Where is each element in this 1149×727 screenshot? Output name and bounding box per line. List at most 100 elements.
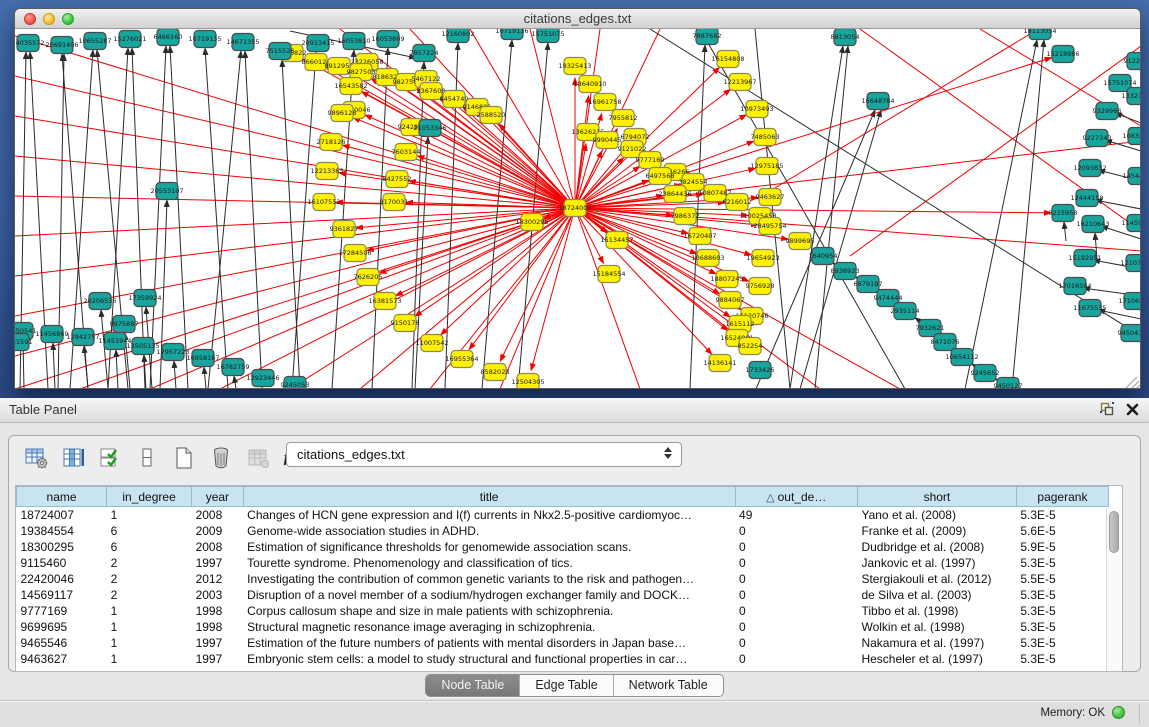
zoom-window-button[interactable] bbox=[62, 13, 74, 25]
table-cell: 1997 bbox=[192, 635, 244, 651]
table-selector-dropdown[interactable]: citations_edges.txt bbox=[286, 442, 682, 467]
graph-node-label: 16543582 bbox=[334, 82, 367, 90]
close-icon[interactable] bbox=[1126, 403, 1139, 421]
graph-node-label: 7857224 bbox=[410, 49, 439, 57]
table-cell: Hescheler et al. (1997) bbox=[857, 651, 1016, 667]
graph-node-label: 16053809 bbox=[371, 35, 404, 43]
graph-node-label: 21053346 bbox=[413, 124, 446, 132]
table-cell: Investigating the contribution of common… bbox=[243, 571, 735, 587]
table-settings-icon[interactable] bbox=[23, 445, 49, 471]
table-cell: Yano et al. (2008) bbox=[857, 507, 1016, 523]
table-selector-value: citations_edges.txt bbox=[297, 447, 405, 462]
graph-node-label: 7887682 bbox=[693, 32, 722, 40]
tab-edge-table[interactable]: Edge Table bbox=[519, 675, 612, 696]
table-cell: Changes of HCN gene expression and I(f) … bbox=[243, 507, 735, 523]
table-cell: 2 bbox=[107, 587, 192, 603]
desktop-background: citations_edges.txt 18724007746582286601… bbox=[0, 0, 1149, 398]
table-row[interactable]: 2242004622012Investigating the contribut… bbox=[17, 571, 1109, 587]
network-view[interactable]: 1872400774658228660124891295423226058982… bbox=[15, 29, 1140, 388]
import-table-icon[interactable] bbox=[245, 445, 271, 471]
graph-node-label: 12504305 bbox=[511, 378, 544, 386]
table-cell: 2 bbox=[107, 555, 192, 571]
column-header[interactable]: title bbox=[243, 487, 735, 507]
graph-node-label: 9827503 bbox=[347, 68, 376, 76]
graph-node-label: 16154808 bbox=[711, 55, 744, 63]
graph-node-label: 10719135 bbox=[188, 35, 221, 43]
table-cell: 49 bbox=[735, 507, 857, 523]
table-row[interactable]: 1872400712008Changes of HCN gene express… bbox=[17, 507, 1109, 523]
graph-node-label: 24035572 bbox=[15, 39, 45, 47]
network-window: citations_edges.txt 18724007746582286601… bbox=[14, 8, 1141, 389]
column-header[interactable]: △out_de… bbox=[735, 487, 857, 507]
table-scrollbar-thumb[interactable] bbox=[1109, 511, 1119, 553]
minimize-window-button[interactable] bbox=[43, 13, 55, 25]
table-cell: 0 bbox=[735, 603, 857, 619]
float-window-icon[interactable] bbox=[1100, 402, 1114, 421]
table-row[interactable]: 1830029562008Estimation of significance … bbox=[17, 539, 1109, 555]
graph-node-label: 7485063 bbox=[751, 133, 780, 141]
table-cell: Tourette syndrome. Phenomenology and cla… bbox=[243, 555, 735, 571]
memory-status[interactable]: Memory: OK bbox=[1040, 706, 1125, 719]
table-row[interactable]: 911546021997Tourette syndrome. Phenomeno… bbox=[17, 555, 1109, 571]
graph-node-label: 12213363 bbox=[310, 167, 343, 175]
table-cell: 2008 bbox=[192, 539, 244, 555]
table-cell: 0 bbox=[735, 571, 857, 587]
table-row[interactable]: 1456911722003Disruption of a novel membe… bbox=[17, 587, 1109, 603]
column-header[interactable]: pagerank bbox=[1016, 487, 1108, 507]
table-row[interactable]: 946554611997Estimation of the future num… bbox=[17, 635, 1109, 651]
column-header[interactable]: year bbox=[192, 487, 244, 507]
graph-node-label: 18807243 bbox=[710, 275, 743, 283]
close-window-button[interactable] bbox=[24, 13, 36, 25]
graph-node-label: 9227343 bbox=[1083, 134, 1112, 142]
table-row[interactable]: 946362711997Embryonic stem cells: a mode… bbox=[17, 651, 1109, 667]
graph-node-label: 10654112 bbox=[945, 353, 978, 361]
table-scrollbar[interactable] bbox=[1106, 508, 1121, 671]
new-table-icon[interactable] bbox=[171, 445, 197, 471]
tab-network-table[interactable]: Network Table bbox=[613, 675, 723, 696]
graph-node-label: 6466160 bbox=[154, 33, 183, 41]
table-cell: Franke et al. (2009) bbox=[857, 523, 1016, 539]
graph-node-label: 8215958 bbox=[1049, 209, 1078, 217]
graph-node-label: 2718126 bbox=[317, 138, 346, 146]
select-all-icon[interactable] bbox=[97, 445, 123, 471]
table-row[interactable]: 1938455462009Genome-wide association stu… bbox=[17, 523, 1109, 539]
graph-node-label: 9756928 bbox=[746, 282, 775, 290]
delete-table-icon[interactable] bbox=[208, 445, 234, 471]
graph-node-label: 3824554 bbox=[679, 178, 708, 186]
graph-node-label: 5467122 bbox=[412, 75, 441, 83]
column-header[interactable]: short bbox=[857, 487, 1016, 507]
table-cell: 18724007 bbox=[17, 507, 107, 523]
column-header[interactable]: name bbox=[17, 487, 107, 507]
graph-node-label: 9474444 bbox=[874, 294, 903, 302]
graph-edge bbox=[965, 40, 1037, 388]
show-columns-icon[interactable] bbox=[60, 445, 86, 471]
table-cell: Dudbridge et al. (2008) bbox=[857, 539, 1016, 555]
graph-node-label: 2588520 bbox=[477, 111, 506, 119]
graph-node-label: 9329966 bbox=[1093, 107, 1122, 115]
table-cell: 9465546 bbox=[17, 635, 107, 651]
graph-edge bbox=[1136, 385, 1140, 388]
table-row[interactable]: 969969511998Structural magnetic resonanc… bbox=[17, 619, 1109, 635]
table-panel-title: Table Panel bbox=[0, 398, 1149, 422]
graph-node-label: 17359924 bbox=[128, 294, 161, 302]
table-panel-frame: f(x) citations_edges.txt namein_degreeye… bbox=[8, 435, 1141, 672]
column-header[interactable]: in_degree bbox=[107, 487, 192, 507]
table-cell: 1 bbox=[107, 651, 192, 667]
clear-selection-icon[interactable] bbox=[134, 445, 160, 471]
table-cell: 22420046 bbox=[17, 571, 107, 587]
network-canvas[interactable]: 1872400774658228660124891295423226058982… bbox=[15, 29, 1140, 388]
graph-edge bbox=[174, 361, 176, 388]
memory-ok-indicator-icon bbox=[1112, 706, 1125, 719]
table-cell: Embryonic stem cells: a model to study s… bbox=[243, 651, 735, 667]
graph-node-label: 10832933 bbox=[1122, 132, 1140, 140]
tab-node-table[interactable]: Node Table bbox=[426, 675, 519, 696]
table-row[interactable]: 977716911998Corpus callosum shape and si… bbox=[17, 603, 1109, 619]
graph-node-label: 7932621 bbox=[916, 324, 945, 332]
table-cell: 2008 bbox=[192, 507, 244, 523]
table-tabs: Node TableEdge TableNetwork Table bbox=[425, 674, 723, 697]
graph-edge bbox=[531, 208, 575, 370]
window-titlebar[interactable]: citations_edges.txt bbox=[15, 9, 1140, 29]
graph-node-label: 18300295 bbox=[515, 218, 548, 226]
graph-node-label: 1615112 bbox=[726, 320, 755, 328]
graph-node-label: 19654923 bbox=[746, 254, 779, 262]
